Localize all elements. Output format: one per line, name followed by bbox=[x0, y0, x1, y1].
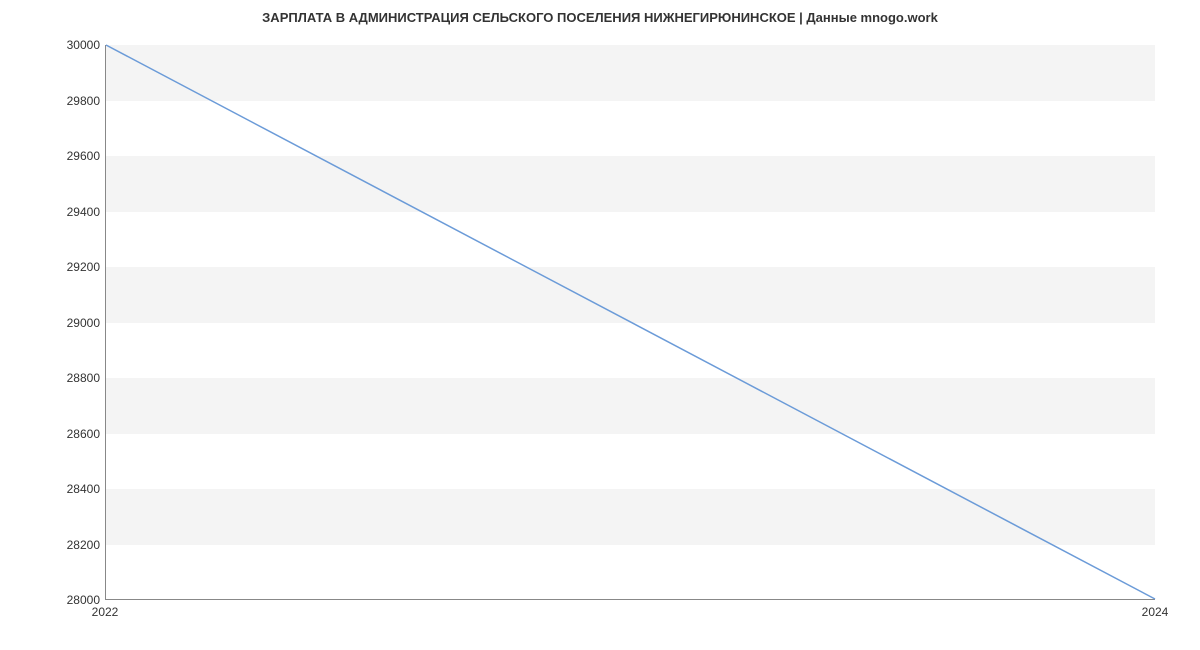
y-tick-label: 28400 bbox=[50, 482, 100, 496]
data-line bbox=[106, 45, 1155, 599]
chart-container: ЗАРПЛАТА В АДМИНИСТРАЦИЯ СЕЛЬСКОГО ПОСЕЛ… bbox=[0, 0, 1200, 650]
y-tick-label: 30000 bbox=[50, 38, 100, 52]
y-tick-label: 28800 bbox=[50, 371, 100, 385]
y-tick-label: 29200 bbox=[50, 260, 100, 274]
y-tick-label: 28600 bbox=[50, 427, 100, 441]
y-tick-label: 29800 bbox=[50, 94, 100, 108]
y-tick-label: 29600 bbox=[50, 149, 100, 163]
y-tick-label: 29000 bbox=[50, 316, 100, 330]
y-tick-label: 28200 bbox=[50, 538, 100, 552]
x-tick-label: 2024 bbox=[1142, 605, 1169, 619]
x-tick-label: 2022 bbox=[92, 605, 119, 619]
chart-line-svg bbox=[106, 45, 1155, 599]
chart-title: ЗАРПЛАТА В АДМИНИСТРАЦИЯ СЕЛЬСКОГО ПОСЕЛ… bbox=[0, 10, 1200, 25]
plot-area bbox=[105, 45, 1155, 600]
y-tick-label: 29400 bbox=[50, 205, 100, 219]
